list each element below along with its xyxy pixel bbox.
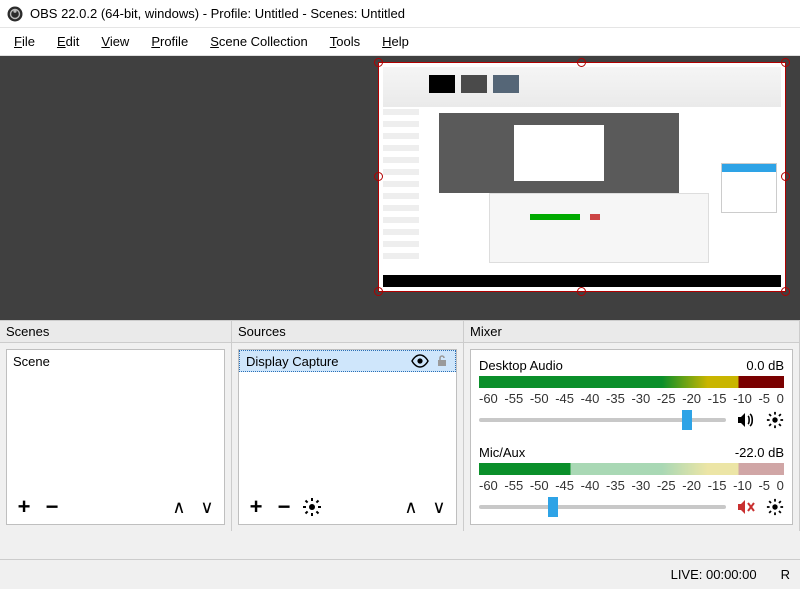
visibility-toggle-icon[interactable] bbox=[411, 354, 429, 368]
lock-toggle-icon[interactable] bbox=[435, 354, 449, 368]
meter-ticks: -60-55-50-45-40-35-30-25-20-15-10-50 bbox=[479, 478, 784, 493]
menu-scene-collection[interactable]: Scene Collection bbox=[210, 34, 308, 49]
channel-settings-button[interactable] bbox=[766, 411, 784, 429]
channel-db: -22.0 dB bbox=[735, 445, 784, 460]
volume-slider[interactable] bbox=[479, 505, 726, 509]
menu-view[interactable]: View bbox=[101, 34, 129, 49]
scene-item[interactable]: Scene bbox=[7, 350, 224, 372]
volume-slider-thumb[interactable] bbox=[548, 497, 558, 517]
resize-handle-bl[interactable] bbox=[374, 287, 383, 296]
remove-source-button[interactable]: − bbox=[273, 496, 295, 518]
resize-handle-tr[interactable] bbox=[781, 58, 790, 67]
sources-panel: Sources Display Capture + − bbox=[232, 321, 464, 531]
obs-logo-icon bbox=[6, 5, 24, 23]
channel-settings-button[interactable] bbox=[766, 498, 784, 516]
scenes-panel: Scenes Scene + − ∧ ∨ bbox=[0, 321, 232, 531]
add-source-button[interactable]: + bbox=[245, 496, 267, 518]
move-source-up-button[interactable]: ∧ bbox=[400, 496, 422, 518]
add-scene-button[interactable]: + bbox=[13, 496, 35, 518]
source-item-label: Display Capture bbox=[246, 354, 339, 369]
resize-handle-mr[interactable] bbox=[781, 172, 790, 181]
scenes-list[interactable]: Scene + − ∧ ∨ bbox=[6, 349, 225, 525]
mixer-channel-desktop-audio: Desktop Audio 0.0 dB -60-55-50-45-40-35-… bbox=[479, 358, 784, 431]
resize-handle-mt[interactable] bbox=[577, 58, 586, 67]
resize-handle-br[interactable] bbox=[781, 287, 790, 296]
move-scene-down-button[interactable]: ∨ bbox=[196, 496, 218, 518]
source-properties-button[interactable] bbox=[301, 496, 323, 518]
resize-handle-ml[interactable] bbox=[374, 172, 383, 181]
menu-help[interactable]: Help bbox=[382, 34, 409, 49]
live-time: LIVE: 00:00:00 bbox=[671, 567, 757, 582]
rec-indicator: R bbox=[781, 567, 790, 582]
volume-slider[interactable] bbox=[479, 418, 726, 422]
mixer-channel-mic-aux: Mic/Aux -22.0 dB -60-55-50-45-40-35-30-2… bbox=[479, 445, 784, 518]
bottom-panels: Scenes Scene + − ∧ ∨ Sources Display Cap… bbox=[0, 320, 800, 531]
status-bar: LIVE: 00:00:00 R bbox=[0, 559, 800, 589]
sources-header: Sources bbox=[232, 321, 463, 343]
mixer-header: Mixer bbox=[464, 321, 799, 343]
menu-bar: File Edit View Profile Scene Collection … bbox=[0, 28, 800, 56]
vu-meter bbox=[479, 463, 784, 475]
meter-ticks: -60-55-50-45-40-35-30-25-20-15-10-50 bbox=[479, 391, 784, 406]
resize-handle-mb[interactable] bbox=[577, 287, 586, 296]
sources-list[interactable]: Display Capture + − ∧ bbox=[238, 349, 457, 525]
source-item[interactable]: Display Capture bbox=[239, 350, 456, 372]
move-scene-up-button[interactable]: ∧ bbox=[168, 496, 190, 518]
channel-label: Desktop Audio bbox=[479, 358, 563, 373]
title-bar: OBS 22.0.2 (64-bit, windows) - Profile: … bbox=[0, 0, 800, 28]
scenes-header: Scenes bbox=[0, 321, 231, 343]
volume-slider-thumb[interactable] bbox=[682, 410, 692, 430]
menu-profile[interactable]: Profile bbox=[151, 34, 188, 49]
mixer-panel: Mixer Desktop Audio 0.0 dB -60-55-50-45-… bbox=[464, 321, 800, 531]
resize-handle-tl[interactable] bbox=[374, 58, 383, 67]
channel-label: Mic/Aux bbox=[479, 445, 525, 460]
remove-scene-button[interactable]: − bbox=[41, 496, 63, 518]
menu-tools[interactable]: Tools bbox=[330, 34, 360, 49]
scene-item-label: Scene bbox=[13, 354, 50, 369]
speaker-muted-icon[interactable] bbox=[736, 498, 756, 516]
channel-db: 0.0 dB bbox=[746, 358, 784, 373]
menu-edit[interactable]: Edit bbox=[57, 34, 79, 49]
speaker-on-icon[interactable] bbox=[736, 411, 756, 429]
window-title: OBS 22.0.2 (64-bit, windows) - Profile: … bbox=[30, 6, 405, 21]
preview-source-bounds[interactable] bbox=[378, 62, 786, 292]
vu-meter bbox=[479, 376, 784, 388]
menu-file[interactable]: File bbox=[14, 34, 35, 49]
preview-area[interactable] bbox=[0, 56, 800, 320]
move-source-down-button[interactable]: ∨ bbox=[428, 496, 450, 518]
